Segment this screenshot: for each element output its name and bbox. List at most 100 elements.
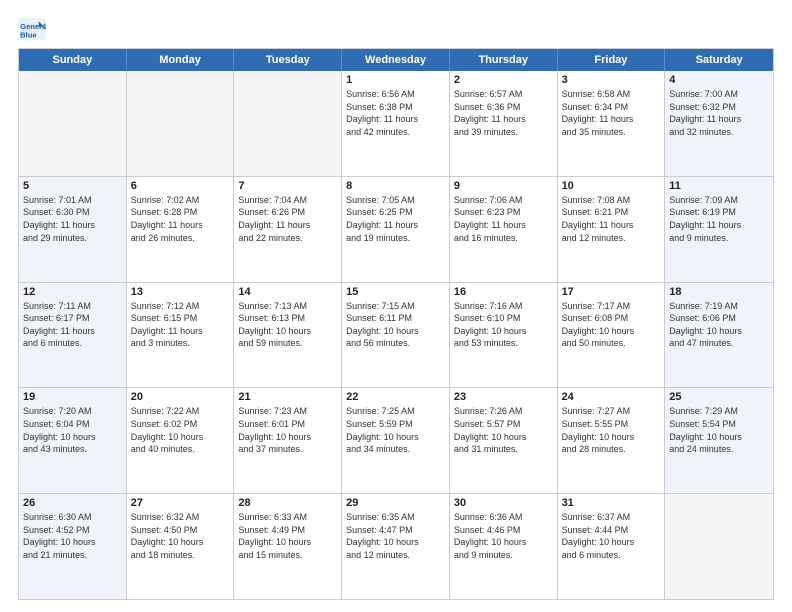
weekday-header: Wednesday	[342, 49, 450, 71]
calendar-cell: 13 Sunrise: 7:12 AM Sunset: 6:15 PM Dayli…	[127, 283, 235, 388]
weekday-header: Sunday	[19, 49, 127, 71]
cell-info: Sunrise: 7:19 AM Sunset: 6:06 PM Dayligh…	[669, 300, 769, 350]
calendar-cell: 30 Sunrise: 6:36 AM Sunset: 4:46 PM Dayli…	[450, 494, 558, 599]
cell-info: Sunrise: 7:12 AM Sunset: 6:15 PM Dayligh…	[131, 300, 230, 350]
calendar-cell: 3Sunrise: 6:58 AM Sunset: 6:34 PM Daylig…	[558, 71, 666, 176]
calendar-cell: 4 Sunrise: 7:00 AM Sunset: 6:32 PM Daylig…	[665, 71, 773, 176]
cell-info: Sunrise: 6:36 AM Sunset: 4:46 PM Dayligh…	[454, 511, 553, 561]
day-number: 22	[346, 391, 445, 403]
calendar-cell: 18 Sunrise: 7:19 AM Sunset: 6:06 PM Dayli…	[665, 283, 773, 388]
calendar-cell: 20 Sunrise: 7:22 AM Sunset: 6:02 PM Dayli…	[127, 388, 235, 493]
cell-info: Sunrise: 6:30 AM Sunset: 4:52 PM Dayligh…	[23, 511, 122, 561]
weekday-header: Monday	[127, 49, 235, 71]
calendar-row: 26 Sunrise: 6:30 AM Sunset: 4:52 PM Dayli…	[19, 493, 773, 599]
calendar-cell: 5 Sunrise: 7:01 AM Sunset: 6:30 PM Daylig…	[19, 177, 127, 282]
calendar-cell: 22 Sunrise: 7:25 AM Sunset: 5:59 PM Dayli…	[342, 388, 450, 493]
day-number: 26	[23, 497, 122, 509]
cell-info: Sunrise: 7:26 AM Sunset: 5:57 PM Dayligh…	[454, 405, 553, 455]
logo: General Blue	[18, 18, 50, 40]
calendar-cell: 1Sunrise: 6:56 AM Sunset: 6:38 PM Daylig…	[342, 71, 450, 176]
day-number: 18	[669, 286, 769, 298]
calendar-cell: 21Sunrise: 7:23 AM Sunset: 6:01 PM Dayli…	[234, 388, 342, 493]
day-number: 29	[346, 497, 445, 509]
logo-icon: General Blue	[18, 18, 46, 40]
calendar-cell: 17 Sunrise: 7:17 AM Sunset: 6:08 PM Dayli…	[558, 283, 666, 388]
calendar-cell: 11 Sunrise: 7:09 AM Sunset: 6:19 PM Dayli…	[665, 177, 773, 282]
day-number: 24	[562, 391, 661, 403]
cell-info: Sunrise: 7:20 AM Sunset: 6:04 PM Dayligh…	[23, 405, 122, 455]
calendar-cell: 31Sunrise: 6:37 AM Sunset: 4:44 PM Dayli…	[558, 494, 666, 599]
day-number: 5	[23, 180, 122, 192]
calendar-header: SundayMondayTuesdayWednesdayThursdayFrid…	[19, 49, 773, 71]
cell-info: Sunrise: 7:27 AM Sunset: 5:55 PM Dayligh…	[562, 405, 661, 455]
day-number: 11	[669, 180, 769, 192]
calendar-cell: 16 Sunrise: 7:16 AM Sunset: 6:10 PM Dayli…	[450, 283, 558, 388]
weekday-header: Friday	[558, 49, 666, 71]
cell-info: Sunrise: 6:33 AM Sunset: 4:49 PM Dayligh…	[238, 511, 337, 561]
cell-info: Sunrise: 7:01 AM Sunset: 6:30 PM Dayligh…	[23, 194, 122, 244]
cell-info: Sunrise: 7:15 AM Sunset: 6:11 PM Dayligh…	[346, 300, 445, 350]
weekday-header: Thursday	[450, 49, 558, 71]
calendar-body: 1Sunrise: 6:56 AM Sunset: 6:38 PM Daylig…	[19, 71, 773, 599]
cell-info: Sunrise: 7:13 AM Sunset: 6:13 PM Dayligh…	[238, 300, 337, 350]
calendar-cell: 7 Sunrise: 7:04 AM Sunset: 6:26 PM Daylig…	[234, 177, 342, 282]
calendar-row: 12 Sunrise: 7:11 AM Sunset: 6:17 PM Dayli…	[19, 282, 773, 388]
day-number: 17	[562, 286, 661, 298]
calendar-row: 1Sunrise: 6:56 AM Sunset: 6:38 PM Daylig…	[19, 71, 773, 176]
day-number: 7	[238, 180, 337, 192]
weekday-header: Saturday	[665, 49, 773, 71]
calendar-row: 5 Sunrise: 7:01 AM Sunset: 6:30 PM Daylig…	[19, 176, 773, 282]
day-number: 2	[454, 74, 553, 86]
cell-info: Sunrise: 7:29 AM Sunset: 5:54 PM Dayligh…	[669, 405, 769, 455]
cell-info: Sunrise: 7:22 AM Sunset: 6:02 PM Dayligh…	[131, 405, 230, 455]
day-number: 4	[669, 74, 769, 86]
cell-info: Sunrise: 7:02 AM Sunset: 6:28 PM Dayligh…	[131, 194, 230, 244]
day-number: 21	[238, 391, 337, 403]
day-number: 6	[131, 180, 230, 192]
day-number: 25	[669, 391, 769, 403]
cell-info: Sunrise: 7:00 AM Sunset: 6:32 PM Dayligh…	[669, 88, 769, 138]
cell-info: Sunrise: 7:16 AM Sunset: 6:10 PM Dayligh…	[454, 300, 553, 350]
calendar-cell	[665, 494, 773, 599]
cell-info: Sunrise: 6:56 AM Sunset: 6:38 PM Dayligh…	[346, 88, 445, 138]
day-number: 10	[562, 180, 661, 192]
day-number: 30	[454, 497, 553, 509]
page-header: General Blue	[18, 18, 774, 40]
svg-text:Blue: Blue	[20, 30, 37, 39]
day-number: 28	[238, 497, 337, 509]
cell-info: Sunrise: 6:35 AM Sunset: 4:47 PM Dayligh…	[346, 511, 445, 561]
cell-info: Sunrise: 7:04 AM Sunset: 6:26 PM Dayligh…	[238, 194, 337, 244]
cell-info: Sunrise: 7:06 AM Sunset: 6:23 PM Dayligh…	[454, 194, 553, 244]
calendar-cell: 25 Sunrise: 7:29 AM Sunset: 5:54 PM Dayli…	[665, 388, 773, 493]
cell-info: Sunrise: 7:09 AM Sunset: 6:19 PM Dayligh…	[669, 194, 769, 244]
cell-info: Sunrise: 7:25 AM Sunset: 5:59 PM Dayligh…	[346, 405, 445, 455]
weekday-header: Tuesday	[234, 49, 342, 71]
calendar-cell	[19, 71, 127, 176]
calendar-cell	[234, 71, 342, 176]
calendar-cell: 29 Sunrise: 6:35 AM Sunset: 4:47 PM Dayli…	[342, 494, 450, 599]
day-number: 16	[454, 286, 553, 298]
cell-info: Sunrise: 7:11 AM Sunset: 6:17 PM Dayligh…	[23, 300, 122, 350]
calendar-row: 19 Sunrise: 7:20 AM Sunset: 6:04 PM Dayli…	[19, 387, 773, 493]
calendar-cell: 23 Sunrise: 7:26 AM Sunset: 5:57 PM Dayli…	[450, 388, 558, 493]
day-number: 12	[23, 286, 122, 298]
calendar-cell: 10 Sunrise: 7:08 AM Sunset: 6:21 PM Dayli…	[558, 177, 666, 282]
day-number: 19	[23, 391, 122, 403]
calendar-cell: 15Sunrise: 7:15 AM Sunset: 6:11 PM Dayli…	[342, 283, 450, 388]
calendar-cell: 27 Sunrise: 6:32 AM Sunset: 4:50 PM Dayli…	[127, 494, 235, 599]
cell-info: Sunrise: 6:57 AM Sunset: 6:36 PM Dayligh…	[454, 88, 553, 138]
cell-info: Sunrise: 6:32 AM Sunset: 4:50 PM Dayligh…	[131, 511, 230, 561]
day-number: 13	[131, 286, 230, 298]
calendar-cell: 6 Sunrise: 7:02 AM Sunset: 6:28 PM Daylig…	[127, 177, 235, 282]
cell-info: Sunrise: 7:08 AM Sunset: 6:21 PM Dayligh…	[562, 194, 661, 244]
calendar-cell: 19 Sunrise: 7:20 AM Sunset: 6:04 PM Dayli…	[19, 388, 127, 493]
day-number: 27	[131, 497, 230, 509]
calendar: SundayMondayTuesdayWednesdayThursdayFrid…	[18, 48, 774, 600]
day-number: 23	[454, 391, 553, 403]
calendar-cell: 9Sunrise: 7:06 AM Sunset: 6:23 PM Daylig…	[450, 177, 558, 282]
day-number: 14	[238, 286, 337, 298]
day-number: 3	[562, 74, 661, 86]
day-number: 20	[131, 391, 230, 403]
cell-info: Sunrise: 7:17 AM Sunset: 6:08 PM Dayligh…	[562, 300, 661, 350]
calendar-cell: 2 Sunrise: 6:57 AM Sunset: 6:36 PM Daylig…	[450, 71, 558, 176]
